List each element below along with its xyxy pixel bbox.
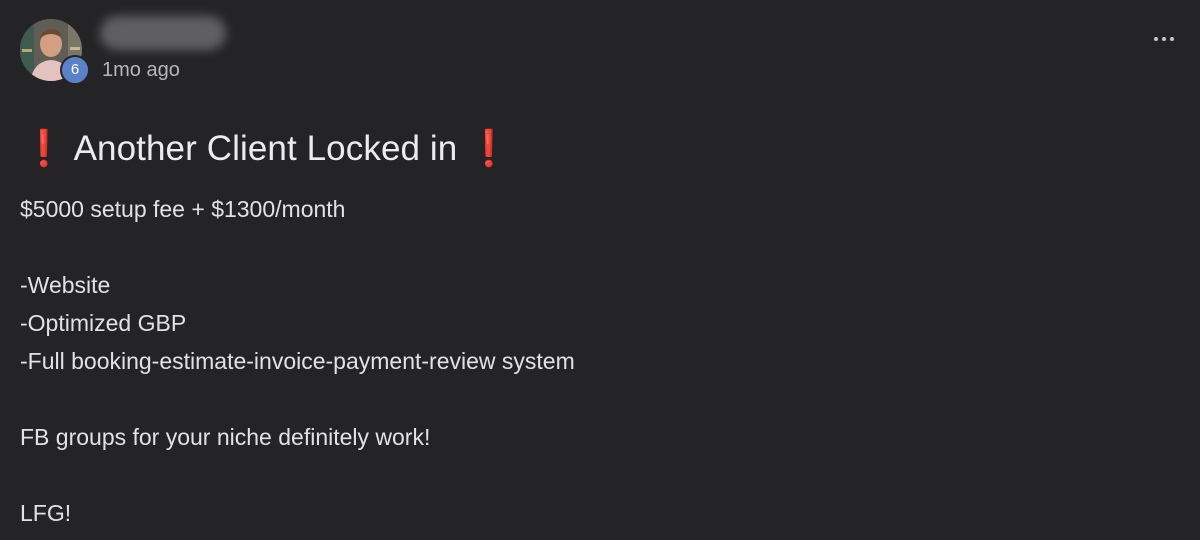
- post-title-text: Another Client Locked in: [73, 129, 458, 168]
- post-card: 6 1mo ago ❗ Another Client Locked in ❗ $…: [0, 0, 1200, 540]
- red-exclamation-icon: ❗: [22, 129, 66, 168]
- more-horizontal-icon-dot: [1170, 37, 1174, 41]
- post-body-line-gbp: -Optimized GBP: [20, 310, 187, 336]
- post-title: ❗ Another Client Locked in ❗: [22, 128, 511, 169]
- more-horizontal-icon: [1154, 37, 1158, 41]
- post-body-line-lfg: LFG!: [20, 500, 72, 526]
- author-avatar-container[interactable]: 6: [20, 19, 90, 85]
- level-badge: 6: [60, 55, 90, 85]
- post-body-line-fb-groups: FB groups for your niche definitely work…: [20, 424, 431, 450]
- red-exclamation-icon: ❗: [467, 129, 511, 168]
- post-timestamp[interactable]: 1mo ago: [102, 59, 180, 82]
- post-body-line-pricing: $5000 setup fee + $1300/month: [20, 196, 346, 222]
- post-body-line-system: -Full booking-estimate-invoice-payment-r…: [20, 348, 575, 374]
- more-horizontal-icon-dot: [1162, 37, 1166, 41]
- author-name-redacted[interactable]: [100, 16, 226, 50]
- post-body-line-website: -Website: [20, 272, 111, 298]
- more-options-button[interactable]: [1148, 28, 1180, 50]
